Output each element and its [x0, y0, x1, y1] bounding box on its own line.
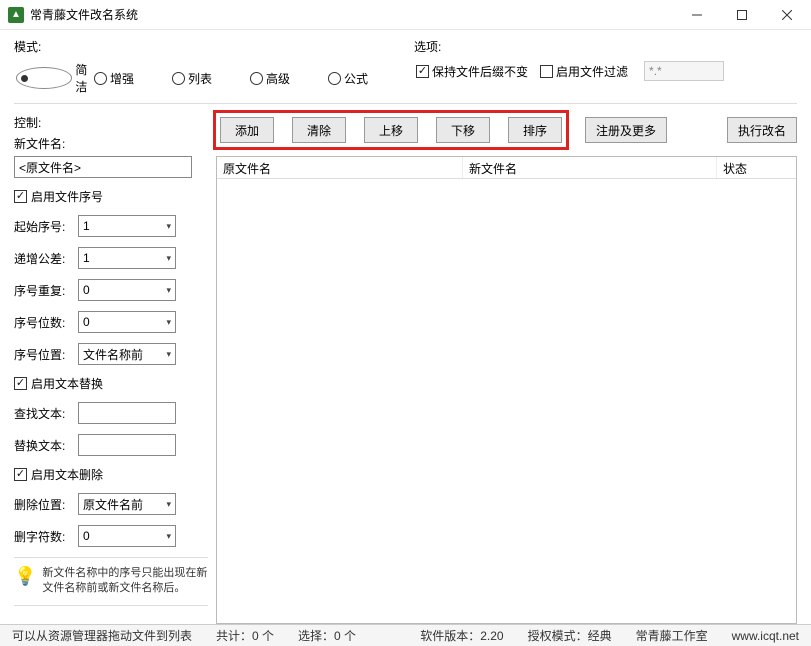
step-select[interactable]: 1▾ — [78, 247, 176, 269]
tip-text: 新文件名称中的序号只能出现在新文件名称前或新文件名称后。 — [42, 566, 208, 597]
del-count-label: 删字符数: — [14, 528, 74, 545]
col-original[interactable]: 原文件名 — [217, 157, 463, 178]
add-button[interactable]: 添加 — [220, 117, 274, 143]
sort-button[interactable]: 排序 — [508, 117, 562, 143]
digits-label: 序号位数: — [14, 314, 74, 331]
repeat-label: 序号重复: — [14, 282, 74, 299]
filter-input[interactable] — [644, 61, 724, 81]
col-new[interactable]: 新文件名 — [463, 157, 717, 178]
mode-radio-formula-label: 公式 — [344, 70, 368, 87]
list-header: 原文件名 新文件名 状态 — [217, 157, 796, 179]
repeat-value: 0 — [83, 283, 90, 297]
start-no-label: 起始序号: — [14, 218, 74, 235]
mode-radio-enhanced[interactable]: 增强 — [94, 70, 166, 87]
replace-input[interactable] — [78, 434, 176, 456]
mode-label: 模式: — [14, 38, 404, 55]
start-no-select[interactable]: 1▾ — [78, 215, 176, 237]
highlighted-button-group: 添加 清除 上移 下移 排序 — [213, 110, 569, 150]
lightbulb-icon: 💡 — [14, 566, 36, 597]
step-label: 递增公差: — [14, 250, 74, 267]
find-label: 查找文本: — [14, 405, 74, 422]
del-pos-select[interactable]: 原文件名前 ▾ — [78, 493, 176, 515]
status-count: 共计：0 个 — [216, 627, 274, 644]
step-value: 1 — [83, 251, 90, 265]
digits-select[interactable]: 0▾ — [78, 311, 176, 333]
enable-delete-label: 启用文本删除 — [31, 466, 103, 483]
status-bar: 可以从资源管理器拖动文件到列表 共计：0 个 选择：0 个 软件版本：2.20 … — [0, 624, 811, 646]
keep-ext-label: 保持文件后缀不变 — [432, 63, 528, 80]
status-drag-hint: 可以从资源管理器拖动文件到列表 — [12, 627, 192, 644]
list-body[interactable] — [217, 179, 796, 623]
repeat-select[interactable]: 0▾ — [78, 279, 176, 301]
mode-radio-list-label: 列表 — [188, 70, 212, 87]
control-label: 控制: — [14, 114, 208, 131]
new-name-input[interactable] — [14, 156, 192, 178]
col-status[interactable]: 状态 — [717, 157, 796, 178]
start-no-value: 1 — [83, 219, 90, 233]
status-studio: 常青藤工作室 — [636, 627, 708, 644]
chevron-down-icon: ▾ — [166, 531, 171, 542]
keep-ext-checkbox[interactable]: ✓保持文件后缀不变 — [416, 63, 528, 80]
del-count-value: 0 — [83, 529, 90, 543]
app-icon: ▲ — [8, 7, 24, 23]
enable-delete-checkbox[interactable]: ✓启用文本删除 — [14, 466, 208, 483]
chevron-down-icon: ▾ — [166, 221, 171, 232]
mode-radio-list[interactable]: 列表 — [172, 70, 244, 87]
pos-label: 序号位置: — [14, 346, 74, 363]
enable-filter-checkbox[interactable]: 启用文件过滤 — [540, 63, 628, 80]
new-name-label: 新文件名: — [14, 135, 208, 152]
enable-seq-checkbox[interactable]: ✓启用文件序号 — [14, 188, 208, 205]
minimize-button[interactable] — [674, 0, 719, 30]
mode-radio-group: 简洁 增强 列表 高级 公式 — [14, 59, 404, 101]
mode-radio-advanced-label: 高级 — [266, 70, 290, 87]
window-title: 常青藤文件改名系统 — [30, 6, 674, 23]
chevron-down-icon: ▾ — [166, 317, 171, 328]
move-down-button[interactable]: 下移 — [436, 117, 490, 143]
mode-radio-formula[interactable]: 公式 — [328, 70, 400, 87]
find-input[interactable] — [78, 402, 176, 424]
chevron-down-icon: ▾ — [166, 499, 171, 510]
file-list[interactable]: 原文件名 新文件名 状态 — [216, 156, 797, 624]
del-pos-value: 原文件名前 — [83, 496, 143, 513]
replace-label: 替换文本: — [14, 437, 74, 454]
status-selected: 选择：0 个 — [298, 627, 356, 644]
mode-radio-simple[interactable]: 简洁 — [16, 61, 88, 95]
enable-filter-label: 启用文件过滤 — [556, 63, 628, 80]
divider — [14, 103, 797, 104]
options-label: 选项: — [414, 38, 797, 55]
tip-box: 💡 新文件名称中的序号只能出现在新文件名称前或新文件名称后。 — [14, 557, 208, 606]
pos-value: 文件名称前 — [83, 346, 143, 363]
chevron-down-icon: ▾ — [166, 285, 171, 296]
mode-radio-advanced[interactable]: 高级 — [250, 70, 322, 87]
close-button[interactable] — [764, 0, 809, 30]
chevron-down-icon: ▾ — [166, 253, 171, 264]
enable-replace-checkbox[interactable]: ✓启用文本替换 — [14, 375, 208, 392]
status-url[interactable]: www.icqt.net — [732, 629, 799, 643]
register-button[interactable]: 注册及更多 — [585, 117, 667, 143]
clear-button[interactable]: 清除 — [292, 117, 346, 143]
enable-seq-label: 启用文件序号 — [31, 188, 103, 205]
titlebar: ▲ 常青藤文件改名系统 — [0, 0, 811, 30]
digits-value: 0 — [83, 315, 90, 329]
mode-radio-enhanced-label: 增强 — [110, 70, 134, 87]
del-pos-label: 删除位置: — [14, 496, 74, 513]
execute-button[interactable]: 执行改名 — [727, 117, 797, 143]
chevron-down-icon: ▾ — [166, 349, 171, 360]
mode-radio-simple-label: 简洁 — [75, 61, 88, 95]
status-version: 软件版本：2.20 — [420, 627, 503, 644]
del-count-select[interactable]: 0▾ — [78, 525, 176, 547]
maximize-button[interactable] — [719, 0, 764, 30]
move-up-button[interactable]: 上移 — [364, 117, 418, 143]
pos-select[interactable]: 文件名称前 ▾ — [78, 343, 176, 365]
enable-replace-label: 启用文本替换 — [31, 375, 103, 392]
status-license: 授权模式：经典 — [528, 627, 612, 644]
